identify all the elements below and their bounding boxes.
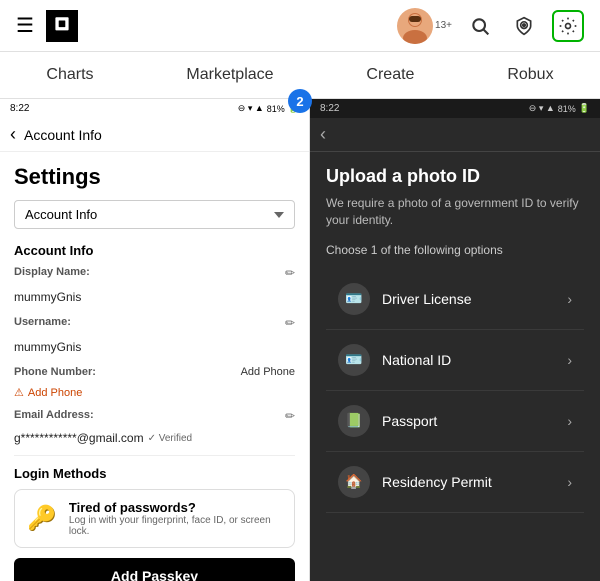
right-panel-upload-id: 8:22 ⊖ ▾ ▲ 81% 🔋 ‹ Upload a photo ID We … [310,99,600,581]
passkey-card: 🔑 Tired of passwords? Log in with your f… [14,489,295,548]
id-option-left-driver: 🪪 Driver License [338,283,471,315]
driver-license-icon: 🪪 [338,283,370,315]
residency-permit-chevron: › [567,474,572,490]
id-option-left-passport: 📗 Passport [338,405,437,437]
right-content: Upload a photo ID We require a photo of … [310,152,600,581]
passport-chevron: › [567,413,572,429]
nav-link-marketplace[interactable]: Marketplace [178,62,281,88]
username-edit-icon[interactable]: ✏ [285,316,295,330]
login-methods-title: Login Methods [14,466,295,481]
section-divider [14,455,295,456]
user-avatar-group: 13+ [397,8,452,44]
phone-number-label: Phone Number: [14,366,96,378]
top-navigation: ☰ 13+ [0,0,600,52]
display-name-value: mummyGnis [14,290,81,304]
passkey-icon: 🔑 [27,504,57,533]
username-label: Username: [14,316,71,328]
right-status-time: 8:22 [320,103,339,114]
shield-icon[interactable] [508,10,540,42]
passport-icon: 📗 [338,405,370,437]
residency-permit-icon: 🏠 [338,466,370,498]
passkey-title: Tired of passwords? [69,500,282,515]
right-battery-icon: 🔋 [579,103,590,114]
display-name-group: Display Name: ✏ mummyGnis [14,266,295,306]
email-label: Email Address: [14,409,94,421]
id-option-driver-license[interactable]: 🪪 Driver License › [326,269,584,330]
right-status-bar: 8:22 ⊖ ▾ ▲ 81% 🔋 [310,99,600,118]
id-option-passport[interactable]: 📗 Passport › [326,391,584,452]
left-phone-header: ‹ Account Info [0,118,309,152]
add-phone-warning-text[interactable]: Add Phone [28,387,82,399]
login-methods-section: Login Methods 🔑 Tired of passwords? Log … [14,466,295,581]
left-header-title: Account Info [24,127,102,143]
upload-description: We require a photo of a government ID to… [326,195,584,229]
left-panel-settings: 8:22 ⊖ ▾ ▲ 81% 🔋 ‹ Account Info Settings… [0,99,310,581]
residency-permit-label: Residency Permit [382,474,492,490]
phone-warning: ⚠ Add Phone [14,386,295,399]
email-value-row: g************@gmail.com ✓ Verified [14,431,295,445]
username-group: Username: ✏ mummyGnis [14,316,295,356]
email-edit-icon[interactable]: ✏ [285,409,295,423]
nav-link-create[interactable]: Create [358,62,422,88]
settings-icon[interactable] [552,10,584,42]
left-back-arrow[interactable]: ‹ [10,124,16,145]
right-back-arrow[interactable]: ‹ [320,124,326,145]
settings-title: Settings [14,164,295,190]
phone-number-group: Phone Number: Add Phone ⚠ Add Phone [14,366,295,399]
username-value: mummyGnis [14,340,81,354]
national-id-icon: 🪪 [338,344,370,376]
avatar[interactable] [397,8,433,44]
settings-content: Settings Account Info Account Info Displ… [0,152,309,581]
panels-row: 2 8:22 ⊖ ▾ ▲ 81% 🔋 ‹ Account Info Settin… [0,99,600,581]
display-name-label: Display Name: [14,266,90,278]
account-info-section-title: Account Info [14,243,295,258]
nav-right-group: 13+ [397,8,584,44]
content-area: 2 8:22 ⊖ ▾ ▲ 81% 🔋 ‹ Account Info Settin… [0,99,600,581]
driver-license-chevron: › [567,291,572,307]
search-icon[interactable] [464,10,496,42]
nav-link-robux[interactable]: Robux [499,62,561,88]
verified-badge: ✓ Verified [148,433,193,444]
right-status-battery: 81% [558,104,576,114]
roblox-logo[interactable] [46,10,78,42]
left-status-battery: 81% [267,104,285,114]
right-phone-header: ‹ [310,118,600,152]
add-phone-right-link[interactable]: Add Phone [241,366,295,378]
left-status-bar: 8:22 ⊖ ▾ ▲ 81% 🔋 [0,99,309,118]
left-status-time: 8:22 [10,103,29,114]
id-option-left-residency: 🏠 Residency Permit [338,466,492,498]
id-option-residency-permit[interactable]: 🏠 Residency Permit › [326,452,584,513]
nav-link-charts[interactable]: Charts [38,62,101,88]
age-badge: 13+ [435,20,452,31]
passkey-text-block: Tired of passwords? Log in with your fin… [69,500,282,537]
right-status-right: ⊖ ▾ ▲ 81% 🔋 [529,103,590,114]
id-option-national-id[interactable]: 🪪 National ID › [326,330,584,391]
national-id-chevron: › [567,352,572,368]
account-info-dropdown[interactable]: Account Info [14,200,295,229]
step-badge: 2 [288,89,312,113]
nav-left-group: ☰ [16,10,78,42]
upload-title: Upload a photo ID [326,166,584,187]
left-status-icons: ⊖ ▾ ▲ [238,103,264,114]
choose-label: Choose 1 of the following options [326,243,584,257]
display-name-edit-icon[interactable]: ✏ [285,266,295,280]
email-group: Email Address: ✏ g************@gmail.com… [14,409,295,445]
driver-license-label: Driver License [382,291,471,307]
hamburger-icon[interactable]: ☰ [16,13,34,38]
national-id-label: National ID [382,352,451,368]
passport-label: Passport [382,413,437,429]
email-value: g************@gmail.com [14,431,144,445]
passkey-description: Log in with your fingerprint, face ID, o… [69,515,282,537]
warning-icon: ⚠ [14,386,24,399]
id-option-left-national: 🪪 National ID [338,344,451,376]
add-passkey-button[interactable]: Add Passkey [14,558,295,581]
right-status-icons: ⊖ ▾ ▲ [529,103,555,114]
